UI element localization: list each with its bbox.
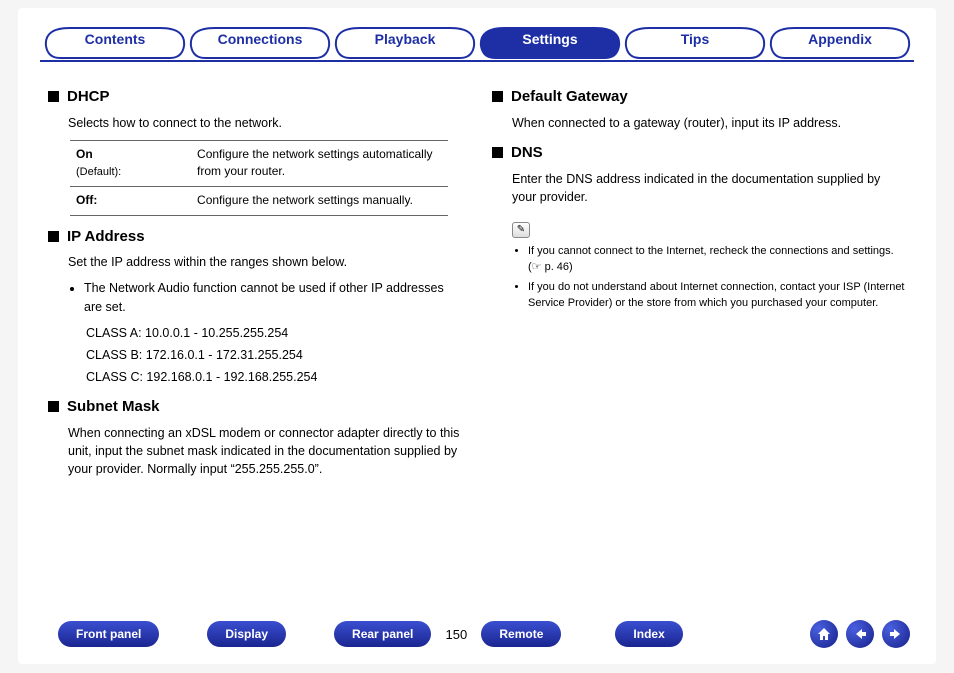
prev-page-icon[interactable] <box>846 620 874 648</box>
dhcp-row1-val: Configure the network settings manually. <box>191 187 448 215</box>
tab-settings[interactable]: Settings <box>475 24 625 60</box>
heading-dhcp: DHCP <box>48 86 462 108</box>
ip-class-b: CLASS B: 172.16.0.1 - 172.31.255.254 <box>86 346 462 364</box>
home-icon[interactable] <box>810 620 838 648</box>
dns-desc: Enter the DNS address indicated in the d… <box>512 170 906 206</box>
heading-gateway: Default Gateway <box>492 86 906 108</box>
dhcp-row1-key: Off: <box>76 193 97 207</box>
page-number: 150 <box>431 627 481 642</box>
subnet-desc: When connecting an xDSL modem or connect… <box>68 424 462 478</box>
dhcp-row0-val: Configure the network settings automatic… <box>191 140 448 186</box>
dhcp-desc: Selects how to connect to the network. <box>68 114 462 132</box>
top-tabs: Contents Connections Playback Settings T… <box>40 20 914 62</box>
front-panel-button[interactable]: Front panel <box>58 621 159 647</box>
remote-button[interactable]: Remote <box>481 621 561 647</box>
next-page-icon[interactable] <box>882 620 910 648</box>
display-button[interactable]: Display <box>207 621 286 647</box>
dhcp-table: On (Default): Configure the network sett… <box>70 140 448 216</box>
pencil-note-icon: ✎ <box>512 222 530 238</box>
tab-tips[interactable]: Tips <box>620 24 770 60</box>
index-button[interactable]: Index <box>615 621 682 647</box>
dhcp-row0-keynote: (Default): <box>76 166 121 178</box>
dns-note-0: If you cannot connect to the Internet, r… <box>528 244 906 276</box>
dns-note-1: If you do not understand about Internet … <box>528 280 906 312</box>
heading-ip: IP Address <box>48 226 462 248</box>
ip-bullet: The Network Audio function cannot be use… <box>84 279 462 315</box>
tab-playback[interactable]: Playback <box>330 24 480 60</box>
heading-subnet: Subnet Mask <box>48 396 462 418</box>
tab-connections[interactable]: Connections <box>185 24 335 60</box>
ip-class-a: CLASS A: 10.0.0.1 - 10.255.255.254 <box>86 324 462 342</box>
ip-desc: Set the IP address within the ranges sho… <box>68 253 462 271</box>
tab-contents[interactable]: Contents <box>40 24 190 60</box>
dhcp-row0-key: On <box>76 147 93 161</box>
ip-class-c: CLASS C: 192.168.0.1 - 192.168.255.254 <box>86 368 462 386</box>
rear-panel-button[interactable]: Rear panel <box>334 621 431 647</box>
gateway-desc: When connected to a gateway (router), in… <box>512 114 906 132</box>
heading-dns: DNS <box>492 142 906 164</box>
tab-appendix[interactable]: Appendix <box>765 24 915 60</box>
